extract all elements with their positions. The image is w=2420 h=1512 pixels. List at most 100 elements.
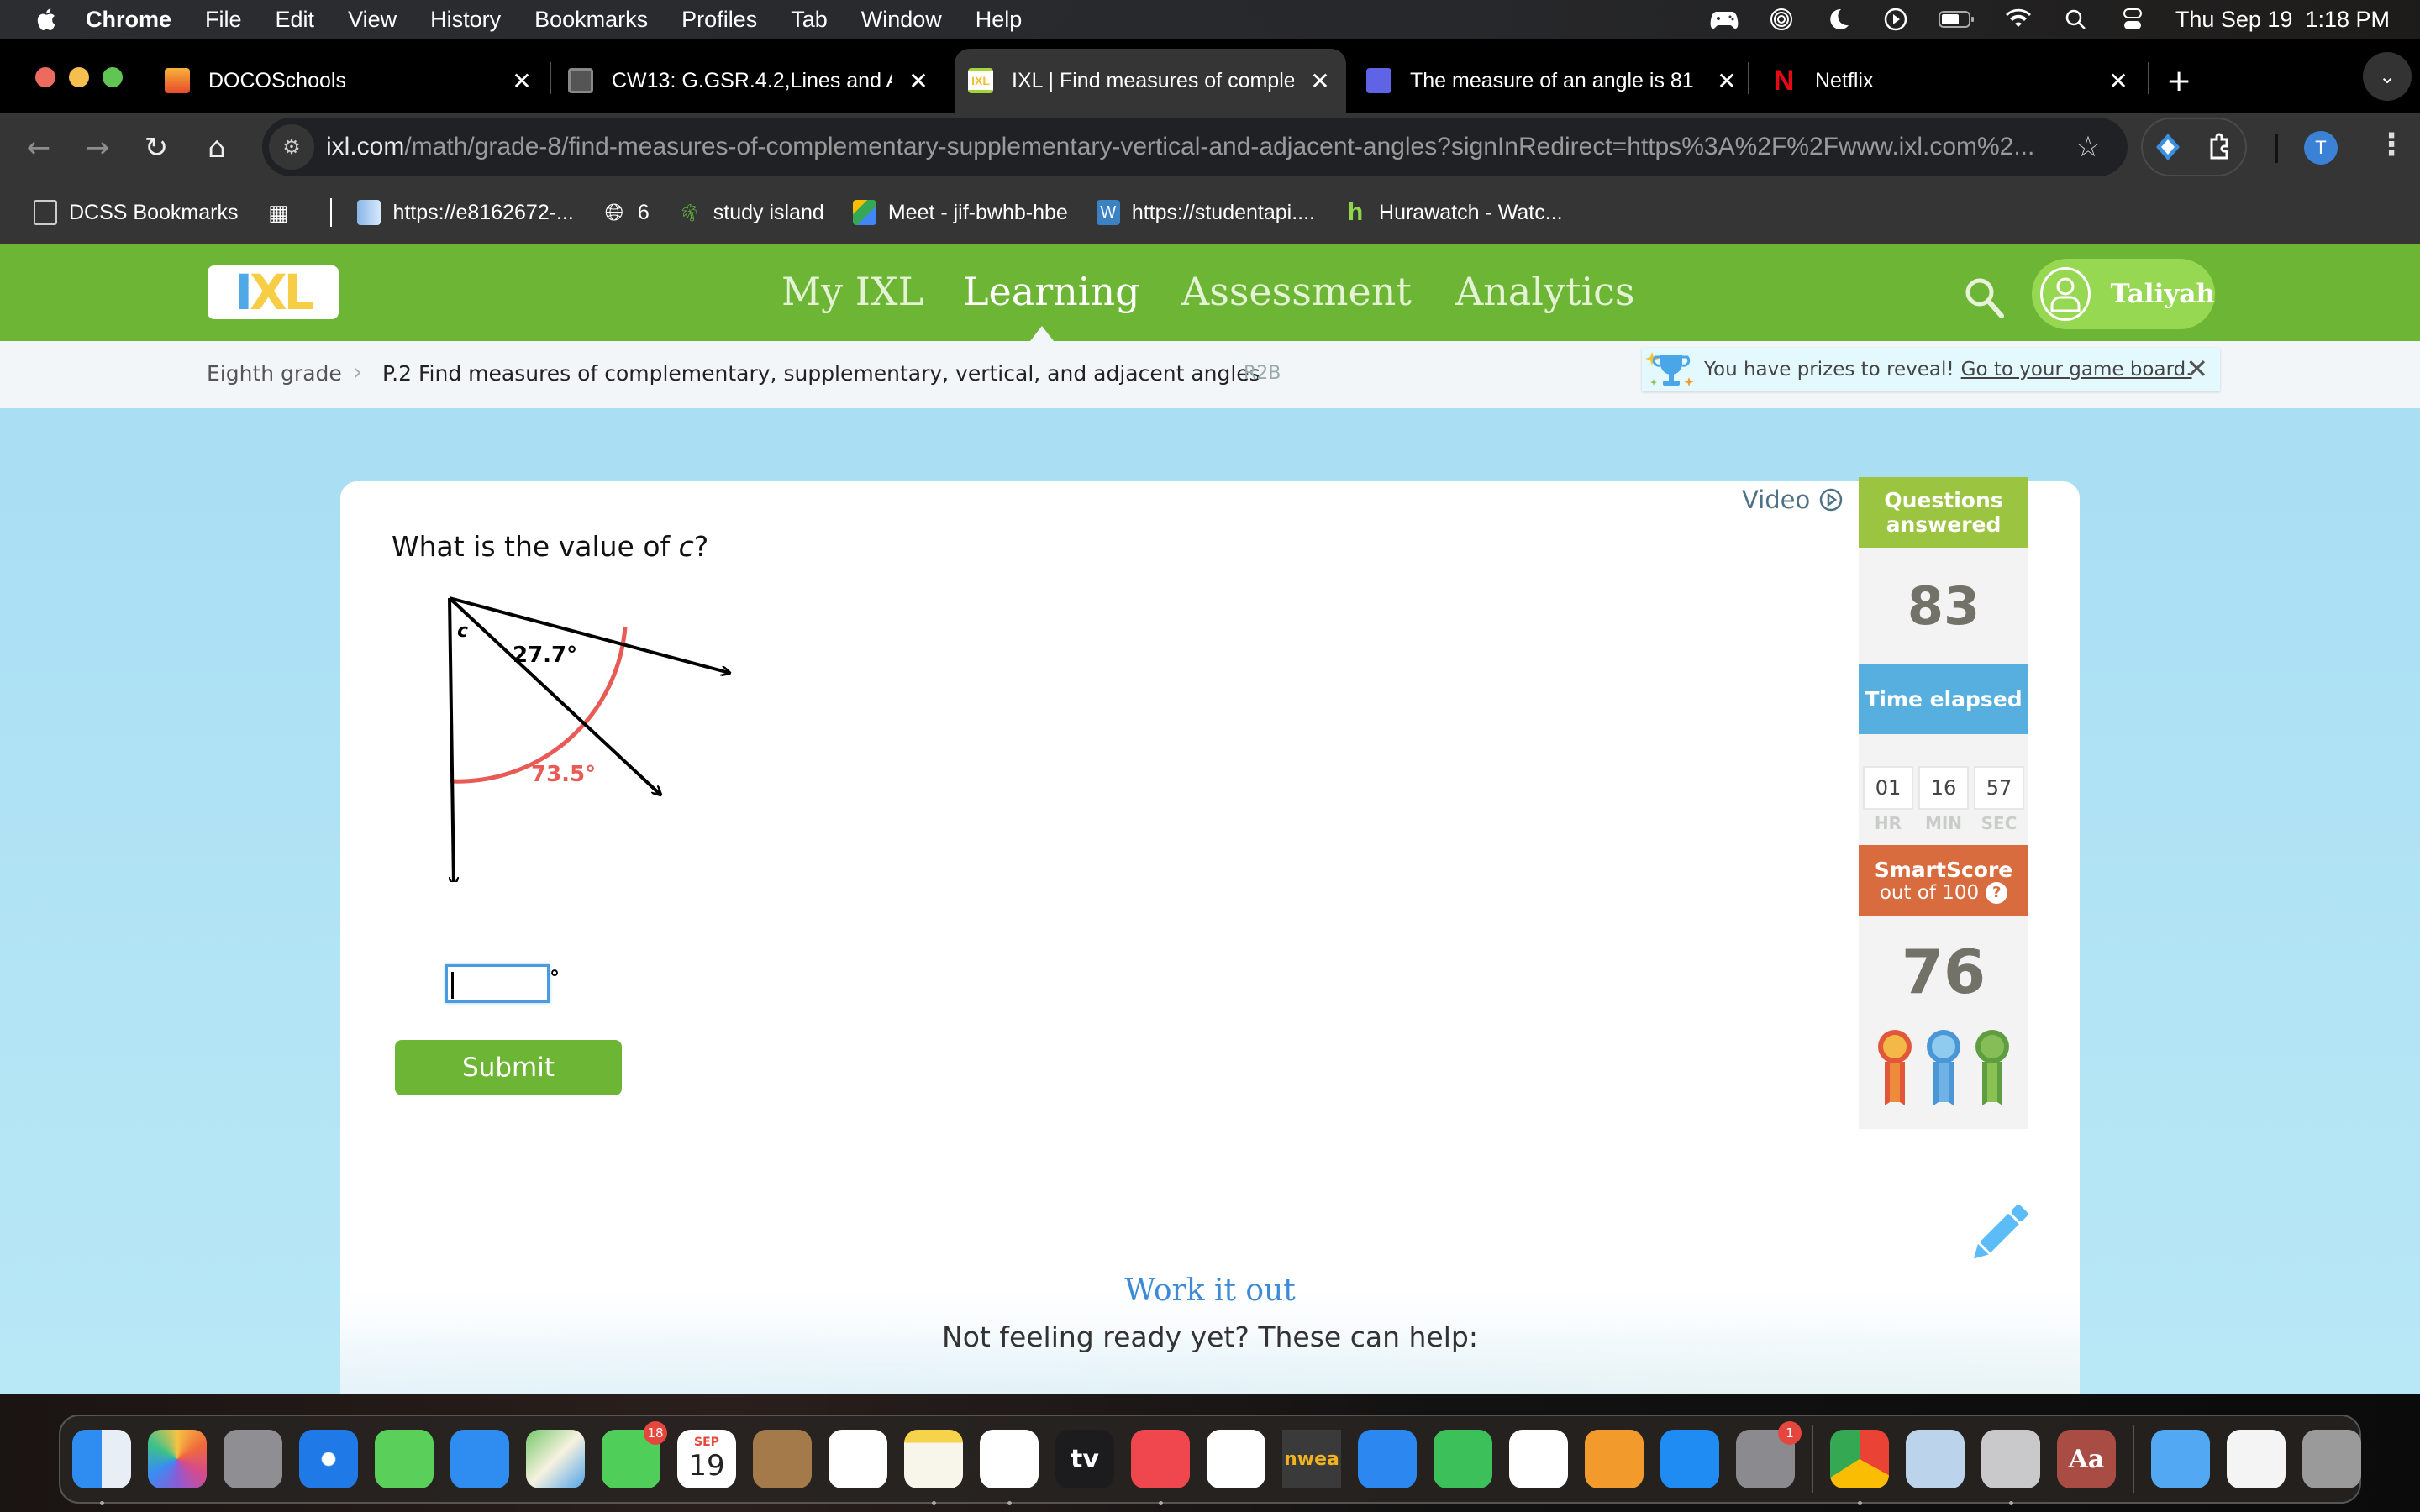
bookmark-e8162672[interactable]: https://e8162672-... xyxy=(357,200,574,225)
chrome-window: DOCOSchools ✕ CW13: G.GSR.4.2,Lines and … xyxy=(0,39,2420,1394)
extensions-puzzle-icon[interactable] xyxy=(2205,133,2233,161)
tab-close-icon[interactable]: ✕ xyxy=(1714,67,1739,95)
dock-app-downloads-icon[interactable] xyxy=(2151,1430,2210,1488)
breadcrumb-chevron-icon: › xyxy=(353,358,363,386)
extension-diamond-icon[interactable] xyxy=(2154,132,2181,162)
dock-app-news-icon[interactable] xyxy=(1207,1430,1265,1488)
menu-tab[interactable]: Tab xyxy=(791,7,828,33)
chrome-menu-icon[interactable]: ⋮ xyxy=(2376,128,2407,162)
tab-close-icon[interactable]: ✕ xyxy=(2106,67,2131,95)
breadcrumb-grade[interactable]: Eighth grade xyxy=(207,361,342,386)
forward-arrow-icon[interactable]: → xyxy=(77,128,118,168)
menu-history[interactable]: History xyxy=(430,7,501,33)
focus-moon-icon[interactable] xyxy=(1824,7,1853,32)
dock-app-finder-icon[interactable] xyxy=(72,1430,131,1505)
profile-avatar[interactable]: T xyxy=(2304,131,2338,165)
bookmark-studentapi[interactable]: Whttps://studentapi.... xyxy=(1096,200,1315,225)
reload-icon[interactable]: ↻ xyxy=(136,128,176,168)
nav-my-ixl[interactable]: My IXL xyxy=(781,269,923,314)
dock-app-trash-icon[interactable] xyxy=(2302,1430,2361,1488)
menu-view[interactable]: View xyxy=(348,7,397,33)
spotlight-search-icon[interactable] xyxy=(2061,7,2090,32)
dock-app-preview-icon[interactable] xyxy=(1906,1430,1965,1488)
tab-close-icon[interactable]: ✕ xyxy=(906,67,931,95)
wifi-icon[interactable] xyxy=(2004,7,2033,32)
dock-app-music-icon[interactable] xyxy=(1131,1430,1190,1505)
dock-app-safari-icon[interactable] xyxy=(299,1430,358,1488)
url-text[interactable]: ixl.com/math/grade-8/find-measures-of-co… xyxy=(326,133,2067,161)
play-circle-icon[interactable] xyxy=(1881,7,1910,32)
window-close-button[interactable] xyxy=(35,67,55,87)
apple-logo-icon[interactable] xyxy=(34,7,57,32)
dock-app-calendar-icon[interactable]: SEP 19 xyxy=(677,1430,736,1488)
dock-app-system-settings-icon[interactable]: 1 xyxy=(1736,1421,1802,1488)
bookmark-star-icon[interactable]: ☆ xyxy=(2067,130,2109,164)
menu-app-name[interactable]: Chrome xyxy=(86,7,171,33)
tab-close-icon[interactable]: ✕ xyxy=(509,67,534,95)
dock-app-app-store-icon[interactable] xyxy=(1660,1430,1719,1488)
dock-app-facetime-icon[interactable]: 18 xyxy=(602,1421,667,1488)
menu-help[interactable]: Help xyxy=(976,7,1023,33)
home-icon[interactable]: ⌂ xyxy=(197,128,237,168)
window-zoom-button[interactable] xyxy=(103,67,123,87)
dock-app-xcode-like-app-icon[interactable] xyxy=(1509,1430,1568,1488)
tab-ixl-active[interactable]: IXL IXL | Find measures of comple ✕ xyxy=(955,49,1346,113)
game-controller-icon[interactable] xyxy=(1710,7,1739,32)
dock-app-dictionary-icon[interactable]: Aa xyxy=(2057,1430,2116,1488)
menu-edit[interactable]: Edit xyxy=(276,7,315,33)
dock-app-freeform-icon[interactable] xyxy=(980,1430,1039,1505)
dock-app-contacts-icon[interactable] xyxy=(753,1430,812,1488)
tab-close-icon[interactable]: ✕ xyxy=(1307,67,1333,95)
answer-input[interactable] xyxy=(445,964,550,1003)
game-board-link[interactable]: Go to your game board. xyxy=(1961,359,2192,381)
bookmark-study-island[interactable]: 🌴︎ study island xyxy=(678,200,824,225)
dock-app-recent-window-icon[interactable] xyxy=(2227,1430,2286,1488)
bookmark-globe[interactable]: 🌐︎ 6 xyxy=(602,199,650,225)
bookmark-label: https://e8162672-... xyxy=(392,200,574,224)
dock-app-maps-icon[interactable] xyxy=(526,1430,585,1488)
menu-file[interactable]: File xyxy=(205,7,242,33)
back-arrow-icon[interactable]: ← xyxy=(18,128,59,168)
new-tab-button[interactable]: + xyxy=(2166,64,2191,98)
menu-window[interactable]: Window xyxy=(861,7,942,33)
dock-app-keynote-icon[interactable] xyxy=(1358,1430,1417,1488)
site-settings-icon[interactable]: ⚙ xyxy=(269,124,314,170)
user-menu-button[interactable]: Taliyah xyxy=(2032,259,2215,329)
nav-analytics[interactable]: Analytics xyxy=(1455,269,1635,314)
menu-bookmarks[interactable]: Bookmarks xyxy=(534,7,648,33)
breadcrumb-bar: Eighth grade › P.2 Find measures of comp… xyxy=(0,341,2420,408)
tab-angle-measure[interactable]: The measure of an angle is 81 ✕ xyxy=(1366,49,1739,113)
dock-app-tv-icon[interactable]: tv xyxy=(1055,1430,1114,1488)
menu-clock[interactable]: Thu Sep 19 1:18 PM xyxy=(2175,7,2390,33)
dock-app-nwea-icon[interactable]: nwea xyxy=(1282,1430,1341,1488)
dock-app-messages-icon[interactable] xyxy=(375,1430,434,1488)
tab-docoschools[interactable]: DOCOSchools ✕ xyxy=(165,49,534,113)
dock-app-roblox-icon[interactable] xyxy=(1981,1430,2040,1505)
dock-app-pages-icon[interactable] xyxy=(1585,1430,1644,1488)
nav-learning[interactable]: Learning xyxy=(963,269,1140,314)
dock-app-notes-icon[interactable] xyxy=(904,1430,963,1505)
tab-cw13[interactable]: CW13: G.GSR.4.2,Lines and A ✕ xyxy=(568,49,931,113)
search-icon[interactable] xyxy=(1963,276,2007,319)
bookmark-dcss[interactable]: DCSS Bookmarks xyxy=(34,200,238,225)
dock-app-google-chrome-icon[interactable] xyxy=(1830,1430,1889,1505)
airdrop-icon[interactable] xyxy=(1767,7,1796,32)
close-banner-icon[interactable]: ✕ xyxy=(2186,353,2208,385)
ixl-logo[interactable]: IXL xyxy=(208,264,339,321)
address-bar[interactable]: ⚙ ixl.com/math/grade-8/find-measures-of-… xyxy=(262,118,2128,176)
tab-netflix[interactable]: N Netflix ✕ xyxy=(1771,49,2131,113)
window-minimize-button[interactable] xyxy=(69,67,89,87)
dock-app-launchpad-icon[interactable] xyxy=(224,1430,282,1488)
tab-search-chevron-icon[interactable]: ⌄ xyxy=(2363,52,2412,101)
battery-icon[interactable] xyxy=(1938,7,1975,32)
dock-app-numbers-icon[interactable] xyxy=(1434,1430,1492,1488)
bookmark-apps[interactable]: ▦ xyxy=(266,200,302,225)
bookmark-meet[interactable]: Meet - jif-bwhb-hbe xyxy=(852,200,1068,225)
menu-profiles[interactable]: Profiles xyxy=(681,7,757,33)
control-center-icon[interactable] xyxy=(2118,7,2147,32)
nav-assessment[interactable]: Assessment xyxy=(1181,269,1412,314)
dock-app-mail-icon[interactable] xyxy=(450,1430,509,1488)
dock-app-reminders-icon[interactable] xyxy=(829,1430,887,1488)
bookmark-hurawatch[interactable]: h Hurawatch - Watc... xyxy=(1344,198,1563,226)
dock-app-photos-icon[interactable] xyxy=(148,1430,207,1488)
